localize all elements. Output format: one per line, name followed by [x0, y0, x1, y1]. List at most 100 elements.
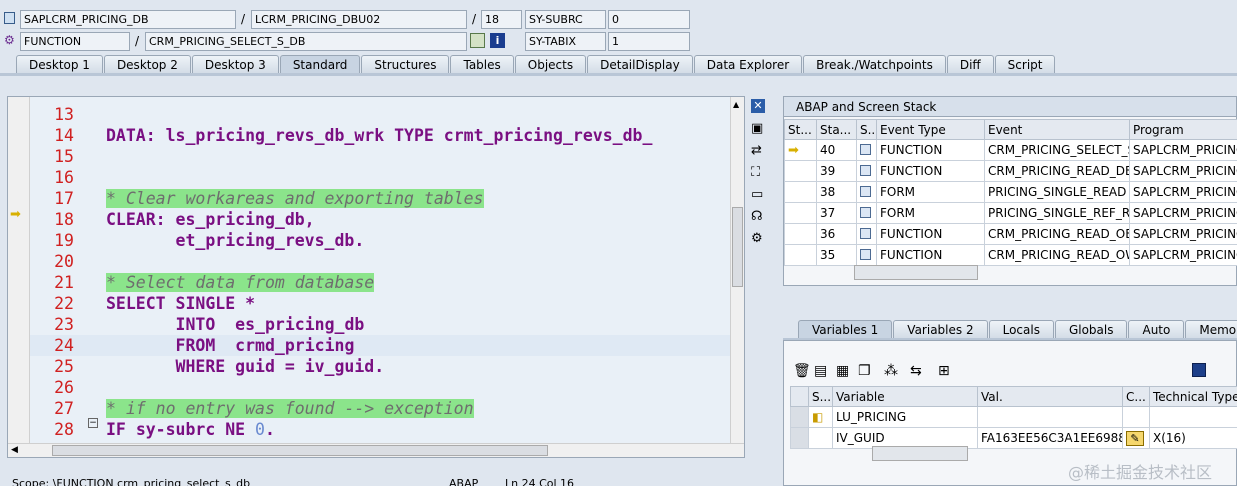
code-line[interactable]: 23 INTO es_pricing_db — [30, 314, 730, 335]
code-area[interactable]: 13 14 DATA: ls_pricing_revs_db_wrk TYPE cr… — [30, 97, 730, 457]
headset-tool-icon[interactable]: ☊ — [751, 209, 763, 224]
code-line[interactable]: 16 — [30, 167, 730, 188]
line-number: 14 — [54, 126, 74, 145]
var-col-header[interactable]: C... — [1122, 386, 1150, 407]
stack-col-header[interactable]: S... — [856, 119, 877, 140]
code-line[interactable]: 24 FROM crmd_pricing — [30, 335, 730, 356]
code-line[interactable]: 28 IF sy-subrc NE 0. — [30, 419, 730, 440]
tab-structures[interactable]: Structures — [361, 55, 450, 74]
info-icon[interactable]: i — [490, 33, 505, 48]
variable-name[interactable]: LU_PRICING — [832, 406, 978, 428]
settings-tool-icon[interactable]: ⚙ — [751, 231, 763, 246]
vartab-locals[interactable]: Locals — [988, 320, 1054, 339]
line-number: 27 — [54, 399, 74, 418]
tab-standard[interactable]: Standard — [279, 55, 361, 74]
edit-pencil-icon[interactable] — [1122, 406, 1150, 428]
editor-horizontal-scrollbar[interactable]: ◀ — [8, 443, 744, 457]
maximize-tool-icon[interactable]: ⛶ — [751, 165, 760, 180]
delete-icon[interactable]: 🗑 — [793, 363, 811, 379]
code-line[interactable]: 20 — [30, 251, 730, 272]
stack-row[interactable]: 37 FORM PRICING_SINGLE_REF_R... SAPLCRM_PRI… — [784, 202, 1237, 224]
code-text: IF sy-subrc NE 0. — [106, 420, 275, 439]
stack-row[interactable]: 36 FUNCTION CRM_PRICING_READ_OB SAPLCRM_PRI… — [784, 223, 1237, 245]
code-line[interactable]: 21 * Select data from database — [30, 272, 730, 293]
vartab-variables-2[interactable]: Variables 2 — [893, 320, 988, 339]
line-field[interactable]: 18 — [481, 10, 522, 29]
var-col-header[interactable]: Val. — [977, 386, 1123, 407]
scroll-left-icon[interactable]: ◀ — [11, 445, 18, 455]
tab-diff[interactable]: Diff — [946, 55, 994, 74]
var-col-header[interactable]: Variable — [832, 386, 978, 407]
variables-hscroll[interactable] — [872, 446, 968, 461]
code-line[interactable]: 17 * Clear workareas and exporting tables — [30, 188, 730, 209]
stack-col-header[interactable]: Sta... — [816, 119, 857, 140]
stack-hscroll[interactable] — [854, 265, 978, 280]
stack-row[interactable]: 35 FUNCTION CRM_PRICING_READ_OW SAPLCRM_PRI… — [784, 244, 1237, 266]
scroll-up-icon[interactable]: ▲ — [733, 100, 739, 109]
folder-icon[interactable]: ⊞ — [938, 363, 950, 379]
tab-script[interactable]: Script — [994, 55, 1056, 74]
code-line[interactable]: 22 SELECT SINGLE * — [30, 293, 730, 314]
variable-value[interactable]: FA163EE56C3A1EE6988... — [977, 427, 1123, 449]
edit-pencil-icon[interactable]: ✎ — [1122, 427, 1150, 449]
code-line[interactable]: 19 et_pricing_revs_db. — [30, 230, 730, 251]
hscroll-thumb[interactable] — [52, 445, 548, 456]
tab-desktop-3[interactable]: Desktop 3 — [191, 55, 279, 74]
source-editor[interactable]: 13 14 DATA: ls_pricing_revs_db_wrk TYPE cr… — [7, 96, 745, 458]
var-col-header[interactable]: S... — [808, 386, 833, 407]
slash-3: / — [135, 34, 140, 48]
tab-desktop-2[interactable]: Desktop 2 — [103, 55, 191, 74]
row-selector[interactable] — [790, 406, 809, 428]
move-icon[interactable]: ⇆ — [910, 363, 922, 379]
variable-row[interactable]: ◧ LU_PRICING — [790, 406, 1237, 428]
line-number: 17 — [54, 189, 74, 208]
name-field[interactable]: CRM_PRICING_SELECT_S_DB — [145, 32, 467, 51]
var-col-header[interactable]: Technical Type — [1149, 386, 1237, 407]
sy-tabix-value[interactable]: 1 — [608, 32, 690, 51]
row-selector[interactable] — [790, 427, 809, 449]
type-field[interactable]: FUNCTION — [20, 32, 130, 51]
scroll-thumb[interactable] — [732, 207, 743, 287]
insert-icon[interactable]: ▤ — [814, 363, 827, 379]
tab-desktop-1[interactable]: Desktop 1 — [16, 55, 103, 74]
program-field[interactable]: SAPLCRM_PRICING_DB — [20, 10, 236, 29]
variable-value[interactable] — [977, 406, 1123, 428]
swap-tool-icon[interactable]: ⇄ — [751, 143, 762, 158]
save-icon[interactable] — [1192, 363, 1206, 377]
code-line[interactable]: 26 — [30, 377, 730, 398]
vartab-memory-ana[interactable]: Memory Ana — [1185, 320, 1237, 339]
code-line[interactable]: 14 DATA: ls_pricing_revs_db_wrk TYPE crmt… — [30, 125, 730, 146]
new-tool-icon[interactable]: ▣ — [751, 121, 763, 136]
variable-row[interactable]: IV_GUID FA163EE56C3A1EE6988... ✎ X(16) — [790, 427, 1237, 449]
tab-data-explorer[interactable]: Data Explorer — [693, 55, 803, 74]
stack-row[interactable]: 39 FUNCTION CRM_PRICING_READ_DB SAPLCRM_PRI… — [784, 160, 1237, 182]
tab-objects[interactable]: Objects — [514, 55, 587, 74]
table-icon[interactable]: ▦ — [836, 363, 849, 379]
code-line[interactable]: 13 — [30, 104, 730, 125]
stack-row[interactable]: ➡40 FUNCTIONCRM_PRICING_SELECT_S...SAPLCR… — [784, 139, 1237, 161]
sy-subrc-value[interactable]: 0 — [608, 10, 690, 29]
vartab-auto[interactable]: Auto — [1128, 320, 1185, 339]
code-line[interactable]: 27 * if no entry was found --> exception — [30, 398, 730, 419]
tab-detaildisplay[interactable]: DetailDisplay — [587, 55, 693, 74]
hierarchy-icon[interactable]: ⁂ — [884, 363, 898, 379]
copy-icon[interactable]: ❐ — [858, 363, 871, 379]
vartab-variables-1[interactable]: Variables 1 — [798, 320, 893, 339]
stack-col-header[interactable]: St... — [784, 119, 817, 140]
display-icon[interactable] — [470, 33, 485, 48]
tab-tables[interactable]: Tables — [450, 55, 514, 74]
editor-vertical-scrollbar[interactable]: ▲ — [730, 97, 744, 457]
collapse-icon[interactable]: − — [88, 418, 98, 428]
tab-break-watchpoints[interactable]: Break./Watchpoints — [803, 55, 946, 74]
layout-tool-icon[interactable]: ▭ — [751, 187, 763, 202]
stack-row[interactable]: 38 FORMPRICING_SINGLE_READSAPLCRM_PRICING… — [784, 181, 1237, 203]
include-field[interactable]: LCRM_PRICING_DBU02 — [251, 10, 467, 29]
stack-col-header[interactable]: Event — [984, 119, 1130, 140]
code-line[interactable]: 25 WHERE guid = iv_guid. — [30, 356, 730, 377]
stack-col-header[interactable]: Event Type — [876, 119, 985, 140]
close-icon[interactable]: ✕ — [751, 99, 765, 113]
code-line[interactable]: 15 — [30, 146, 730, 167]
code-line[interactable]: 18 CLEAR: es_pricing_db, — [30, 209, 730, 230]
stack-col-header[interactable]: Program — [1129, 119, 1237, 140]
vartab-globals[interactable]: Globals — [1054, 320, 1128, 339]
